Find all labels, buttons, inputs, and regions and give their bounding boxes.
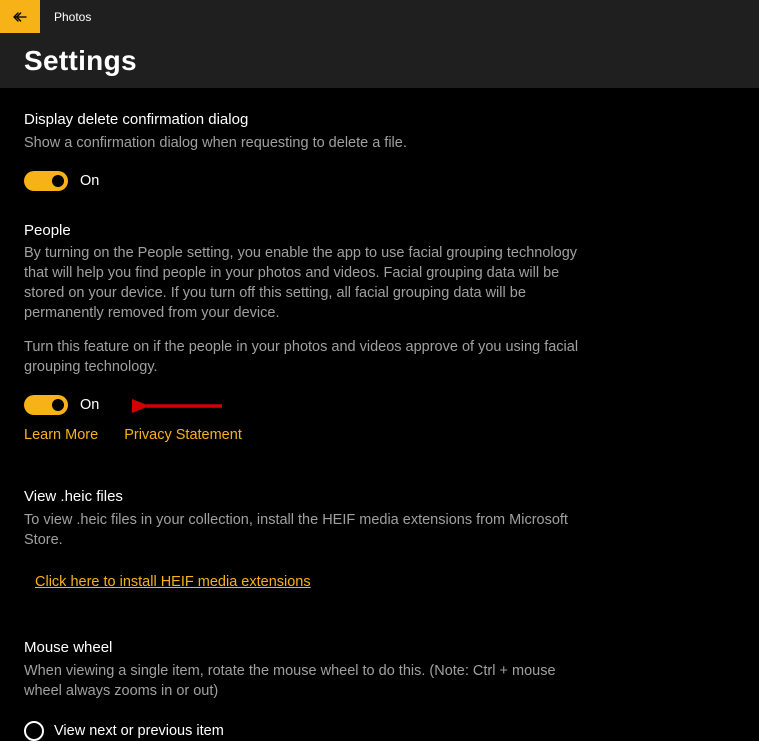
title-bar: Photos <box>0 0 759 33</box>
back-button[interactable] <box>0 0 40 33</box>
delete-desc: Show a confirmation dialog when requesti… <box>24 133 584 153</box>
people-desc-1: By turning on the People setting, you en… <box>24 243 584 323</box>
heic-title: View .heic files <box>24 487 735 508</box>
page-title: Settings <box>24 45 137 77</box>
section-people: People By turning on the People setting,… <box>24 221 735 446</box>
section-delete-confirmation: Display delete confirmation dialog Show … <box>24 110 735 191</box>
privacy-statement-link[interactable]: Privacy Statement <box>124 427 242 443</box>
people-toggle-label: On <box>80 395 99 415</box>
delete-title: Display delete confirmation dialog <box>24 110 735 131</box>
people-links: Learn More Privacy Statement <box>24 425 735 445</box>
people-toggle[interactable] <box>24 395 68 415</box>
mouse-option-next-prev[interactable]: View next or previous item <box>24 721 735 741</box>
section-heic: View .heic files To view .heic files in … <box>24 487 735 592</box>
section-mouse-wheel: Mouse wheel When viewing a single item, … <box>24 638 735 741</box>
delete-toggle-row: On <box>24 171 735 191</box>
heic-desc: To view .heic files in your collection, … <box>24 510 584 550</box>
heic-install-link[interactable]: Click here to install HEIF media extensi… <box>35 572 311 592</box>
people-title: People <box>24 221 735 242</box>
delete-toggle[interactable] <box>24 171 68 191</box>
app-title: Photos <box>40 10 91 24</box>
people-toggle-row: On <box>24 395 735 415</box>
back-arrow-icon <box>12 9 28 25</box>
annotation-arrow-icon <box>132 397 232 417</box>
radio-icon <box>24 721 44 741</box>
delete-toggle-label: On <box>80 171 99 191</box>
mouse-option-label: View next or previous item <box>54 721 224 741</box>
page-header: Settings <box>0 33 759 88</box>
mouse-desc: When viewing a single item, rotate the m… <box>24 661 584 701</box>
mouse-title: Mouse wheel <box>24 638 735 659</box>
settings-content: Display delete confirmation dialog Show … <box>0 88 759 741</box>
learn-more-link[interactable]: Learn More <box>24 427 98 443</box>
people-desc-2: Turn this feature on if the people in yo… <box>24 337 584 377</box>
